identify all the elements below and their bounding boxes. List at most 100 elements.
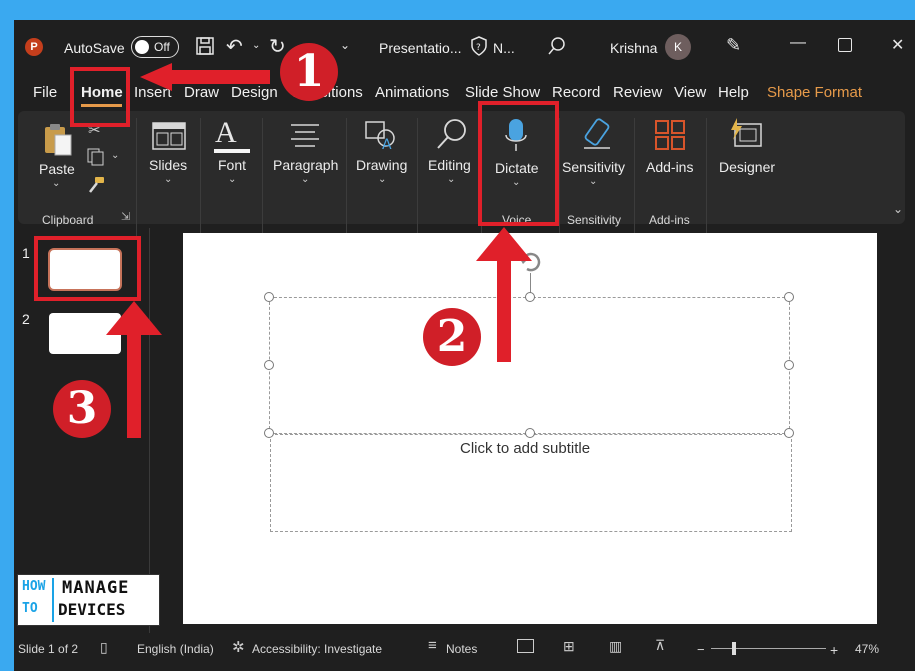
add-ins-button[interactable]: Add-ins [646,159,693,175]
tab-view[interactable]: View [674,84,706,101]
thumbnail-number: 2 [22,311,30,327]
drawing-chevron-icon[interactable]: ⌄ [378,174,386,185]
slides-button[interactable]: Slides [149,157,187,173]
pen-icon[interactable]: ✎ [726,35,741,56]
search-icon[interactable] [547,36,567,61]
user-name[interactable]: Krishna [610,40,657,56]
tab-review[interactable]: Review [613,84,662,101]
tab-animations[interactable]: Animations [375,84,449,101]
sensitivity-icon[interactable] [580,117,614,156]
ribbon-separator [136,118,137,236]
autosave-label: AutoSave [64,40,125,56]
paragraph-chevron-icon[interactable]: ⌄ [301,174,309,185]
ribbon-collapse-chevron-icon[interactable]: ⌄ [893,202,903,216]
arrow-step-2 [476,227,532,261]
slide-sorter-icon[interactable]: ⊞ [563,638,575,655]
slides-icon[interactable] [152,122,186,155]
format-painter-icon[interactable] [86,175,106,200]
shield-icon[interactable]: ? [470,36,488,61]
language-status[interactable]: English (India) [137,642,214,656]
designer-button[interactable]: Designer [719,159,775,175]
notes-button[interactable]: Notes [446,642,477,656]
maximize-icon[interactable] [838,38,852,52]
paste-button[interactable]: Paste [39,161,75,177]
editing-button[interactable]: Editing [428,157,471,173]
resize-handle[interactable] [264,428,274,438]
copy-chevron-icon[interactable]: ⌄ [111,150,119,161]
copy-icon[interactable] [86,147,106,172]
reading-view-icon[interactable]: ▥ [609,638,622,655]
tab-shape-format[interactable]: Shape Format [767,84,862,101]
redo-icon[interactable]: ↻ [269,34,286,59]
zoom-level[interactable]: 47% [855,642,879,656]
resize-handle[interactable] [525,292,535,302]
arrow-step-3 [106,301,162,335]
thumbnail-pane-divider [149,228,150,633]
font-button[interactable]: Font [218,157,246,173]
resize-handle[interactable] [264,292,274,302]
undo-icon[interactable]: ↶ [226,34,243,59]
toggle-knob [135,40,149,54]
zoom-in-button[interactable]: + [830,642,838,658]
paste-chevron-icon[interactable]: ⌄ [52,178,60,189]
sensitivity-status[interactable]: N... [493,40,515,56]
sensitivity-chevron-icon[interactable]: ⌄ [589,176,597,187]
accessibility-status[interactable]: Accessibility: Investigate [252,642,382,656]
tab-help[interactable]: Help [718,84,749,101]
zoom-slider-thumb[interactable] [732,642,736,655]
add-ins-icon[interactable] [654,119,686,156]
tab-draw[interactable]: Draw [184,84,219,101]
sensitivity-button[interactable]: Sensitivity [562,159,625,175]
resize-handle[interactable] [264,360,274,370]
close-icon[interactable]: ✕ [891,35,904,55]
logo-devices: DEVICES [58,600,126,619]
avatar[interactable]: K [665,34,691,60]
customize-toolbar-icon[interactable]: ⌄ [340,38,350,52]
minimize-icon[interactable]: — [790,34,806,52]
tab-slide-show[interactable]: Slide Show [465,84,540,101]
notes-icon[interactable]: ≡ [428,637,437,654]
resize-handle[interactable] [784,292,794,302]
tab-design[interactable]: Design [231,84,278,101]
highlight-home-tab [70,67,130,127]
font-icon[interactable]: A [215,116,237,150]
powerpoint-logo-icon: P [25,38,43,56]
slides-chevron-icon[interactable]: ⌄ [164,174,172,185]
save-icon[interactable] [195,36,215,61]
tab-file[interactable]: File [33,84,57,101]
font-chevron-icon[interactable]: ⌄ [228,174,236,185]
paste-icon[interactable] [42,122,74,161]
ribbon-separator [706,118,707,236]
slide-count[interactable]: Slide 1 of 2 [18,642,78,656]
resize-handle[interactable] [784,428,794,438]
drawing-icon[interactable]: A [364,118,398,155]
normal-view-icon[interactable] [517,639,534,653]
resize-handle[interactable] [525,428,535,438]
designer-icon[interactable] [727,118,763,155]
paragraph-icon[interactable] [289,122,321,153]
slideshow-view-icon[interactable]: ⊼ [655,637,665,654]
autosave-toggle[interactable]: Off [131,36,179,58]
paragraph-button[interactable]: Paragraph [273,157,338,173]
sensitivity-group-label: Sensitivity [567,213,622,227]
spelling-icon[interactable]: ▯ [100,639,108,656]
zoom-out-button[interactable]: − [697,642,705,657]
highlight-dictate-button [478,101,559,226]
svg-text:?: ? [476,43,481,53]
accessibility-icon[interactable]: ✲ [232,638,245,656]
ribbon-separator [200,118,201,236]
title-placeholder[interactable] [269,297,790,434]
document-title[interactable]: Presentatio... [379,40,462,56]
tab-record[interactable]: Record [552,84,600,101]
logo-how: HOW [22,579,46,594]
undo-dropdown-chevron-icon[interactable]: ⌄ [252,40,260,51]
highlight-slide-thumbnail [34,236,141,301]
zoom-slider-track[interactable] [711,648,826,649]
drawing-button[interactable]: Drawing [356,157,407,173]
resize-handle[interactable] [784,360,794,370]
clipboard-launcher-icon[interactable]: ⇲ [121,210,130,223]
subtitle-placeholder-text[interactable]: Click to add subtitle [460,440,590,457]
logo-manage: MANAGE [62,578,130,598]
editing-chevron-icon[interactable]: ⌄ [447,174,455,185]
editing-icon[interactable] [435,117,469,156]
